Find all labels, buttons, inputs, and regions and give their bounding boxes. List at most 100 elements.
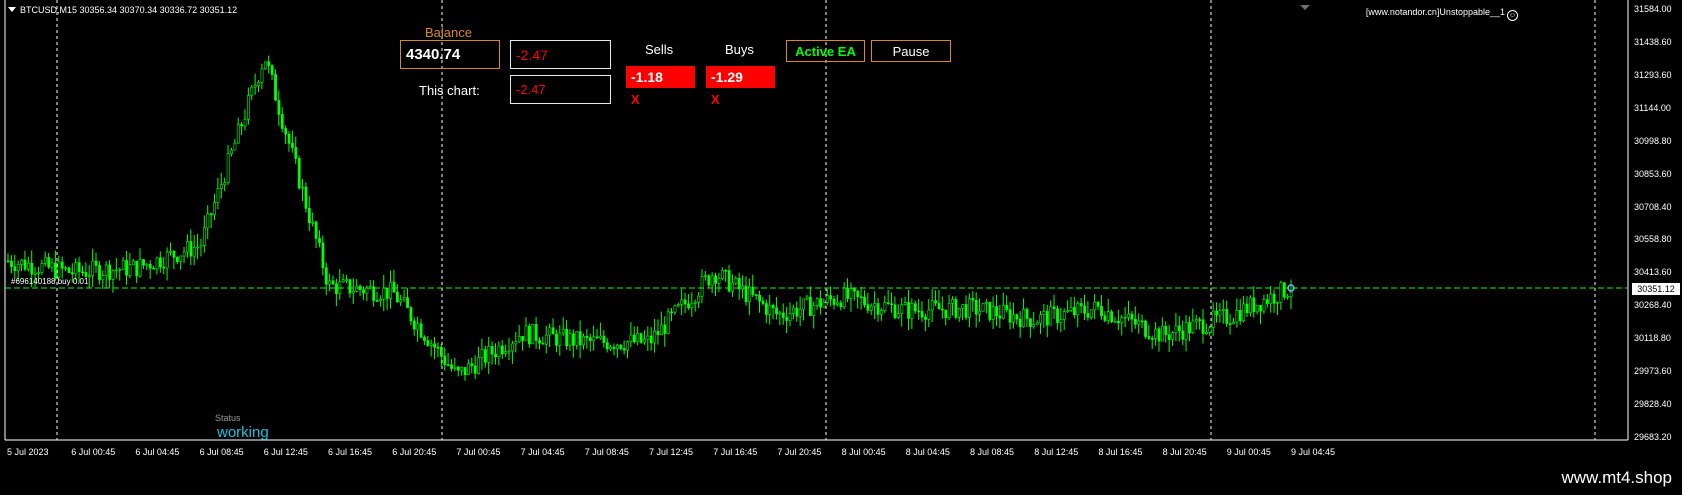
candle-body xyxy=(1171,332,1175,340)
candle-body xyxy=(1100,306,1103,317)
candle-body xyxy=(209,213,213,216)
candle-body xyxy=(941,308,944,311)
candle-body xyxy=(1255,305,1259,313)
y-axis-label: 30413.60 xyxy=(1634,267,1672,278)
candle-body xyxy=(863,296,866,305)
candle-body xyxy=(301,186,305,189)
smiley-icon[interactable]: ☺ xyxy=(1507,10,1518,21)
y-axis-label: 30708.40 xyxy=(1634,201,1672,212)
x-axis-label: 7 Jul 20:45 xyxy=(777,447,822,457)
buys-profit-value: -1.29 xyxy=(711,69,743,85)
candle-body xyxy=(111,270,115,280)
candle-body xyxy=(321,242,325,269)
candle-body xyxy=(572,333,575,346)
candle-body xyxy=(883,302,887,311)
candle-body xyxy=(280,114,284,129)
candle-body xyxy=(175,256,179,262)
candle-body xyxy=(521,336,525,341)
candle-body xyxy=(372,286,376,301)
candle-body xyxy=(419,323,423,338)
current-price-tag: 30351.12 xyxy=(1632,283,1680,295)
candle-body xyxy=(758,294,762,302)
candle-body xyxy=(341,279,345,282)
candle-body xyxy=(1035,322,1039,325)
candle-body xyxy=(443,355,447,365)
price-chart[interactable] xyxy=(0,0,1682,465)
candle-body xyxy=(500,345,504,355)
candle-body xyxy=(893,304,897,318)
candle-body xyxy=(1001,305,1005,319)
candle-body xyxy=(514,341,518,345)
candle-body xyxy=(81,271,84,273)
footer-site[interactable]: www.mt4.shop xyxy=(1561,468,1672,488)
candle-body xyxy=(50,262,54,268)
candle-body xyxy=(754,294,758,296)
candle-body xyxy=(748,286,751,303)
candle-body xyxy=(423,336,426,341)
x-axis-label: 7 Jul 08:45 xyxy=(584,447,629,457)
candle-body xyxy=(866,304,870,311)
candle-body xyxy=(54,262,57,278)
candle-body xyxy=(172,250,176,258)
candle-body xyxy=(859,296,863,298)
candle-body xyxy=(913,303,917,312)
close-buys-button[interactable]: X xyxy=(711,92,720,107)
candle-body xyxy=(1276,301,1279,304)
candle-body xyxy=(616,344,619,349)
y-axis-label: 30998.80 xyxy=(1634,135,1672,146)
candle-body xyxy=(118,269,122,271)
candle-body xyxy=(961,304,965,309)
buys-profit-box: -1.29 xyxy=(706,66,775,88)
candle-body xyxy=(876,303,880,315)
pause-button[interactable]: Pause xyxy=(871,40,951,62)
candle-body xyxy=(260,68,264,83)
candle-body xyxy=(842,287,846,308)
candle-body xyxy=(629,334,633,342)
candle-body xyxy=(1018,318,1022,328)
candle-body xyxy=(1208,327,1212,333)
candle-body xyxy=(409,307,413,322)
candle-body xyxy=(683,299,687,305)
candle-body xyxy=(287,133,291,144)
x-axis-label: 7 Jul 04:45 xyxy=(520,447,565,457)
candle-body xyxy=(1086,312,1090,318)
candle-body xyxy=(318,238,321,244)
candle-body xyxy=(192,246,196,257)
close-sells-button[interactable]: X xyxy=(631,92,640,107)
candle-body xyxy=(951,299,954,304)
candle-body xyxy=(40,262,44,273)
candle-body xyxy=(155,257,159,270)
candle-body xyxy=(798,308,802,317)
x-axis-label: 5 Jul 2023 xyxy=(7,447,49,457)
candle-body xyxy=(470,363,474,367)
candle-body xyxy=(819,298,822,308)
candle-body xyxy=(978,310,982,315)
candle-body xyxy=(84,272,88,277)
candle-body xyxy=(680,299,684,305)
candle-body xyxy=(947,303,951,318)
active-ea-button[interactable]: Active EA xyxy=(786,40,865,62)
candle-body xyxy=(71,272,74,275)
candle-body xyxy=(473,365,477,374)
candle-body xyxy=(115,269,118,272)
candle-body xyxy=(311,221,315,224)
candle-body xyxy=(873,303,877,307)
candle-body xyxy=(67,267,71,273)
candle-body xyxy=(974,299,978,315)
candle-body xyxy=(1269,293,1273,304)
x-axis-label: 7 Jul 12:45 xyxy=(649,447,694,457)
dropdown-triangle-icon[interactable] xyxy=(8,7,16,12)
candle-body xyxy=(832,298,836,305)
candle-body xyxy=(355,285,359,292)
status-value: working xyxy=(217,424,269,441)
candle-body xyxy=(690,302,694,309)
candle-body xyxy=(267,61,271,66)
candle-body xyxy=(544,334,548,345)
candle-body xyxy=(924,316,927,320)
y-axis-label: 31144.00 xyxy=(1634,102,1671,113)
candle-body xyxy=(240,124,244,127)
candle-body xyxy=(693,301,697,304)
total-profit-value: -2.47 xyxy=(516,46,548,63)
candle-body xyxy=(186,241,189,253)
candle-body xyxy=(1120,317,1124,324)
